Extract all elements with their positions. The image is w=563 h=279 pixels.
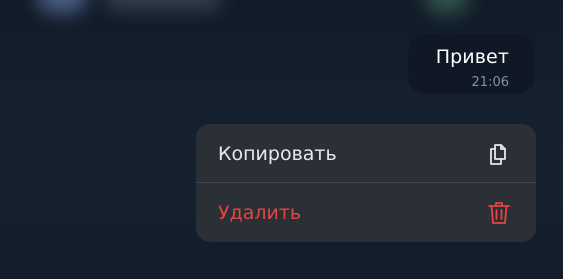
trash-icon <box>486 199 512 227</box>
message-text: Привет <box>435 46 509 68</box>
message-bubble[interactable]: Привет 21:06 <box>408 34 535 94</box>
message-timestamp: 21:06 <box>471 75 509 90</box>
copy-icon <box>486 140 512 168</box>
blurred-status <box>424 0 470 14</box>
copy-label: Копировать <box>218 142 337 165</box>
blurred-header <box>104 0 222 10</box>
chat-screen: Привет 21:06 Копировать Удалить <box>0 0 563 279</box>
delete-label: Удалить <box>218 201 302 224</box>
context-menu: Копировать Удалить <box>196 124 536 242</box>
copy-menu-item[interactable]: Копировать <box>196 124 536 183</box>
blurred-avatar <box>36 0 88 14</box>
delete-menu-item[interactable]: Удалить <box>196 183 536 242</box>
